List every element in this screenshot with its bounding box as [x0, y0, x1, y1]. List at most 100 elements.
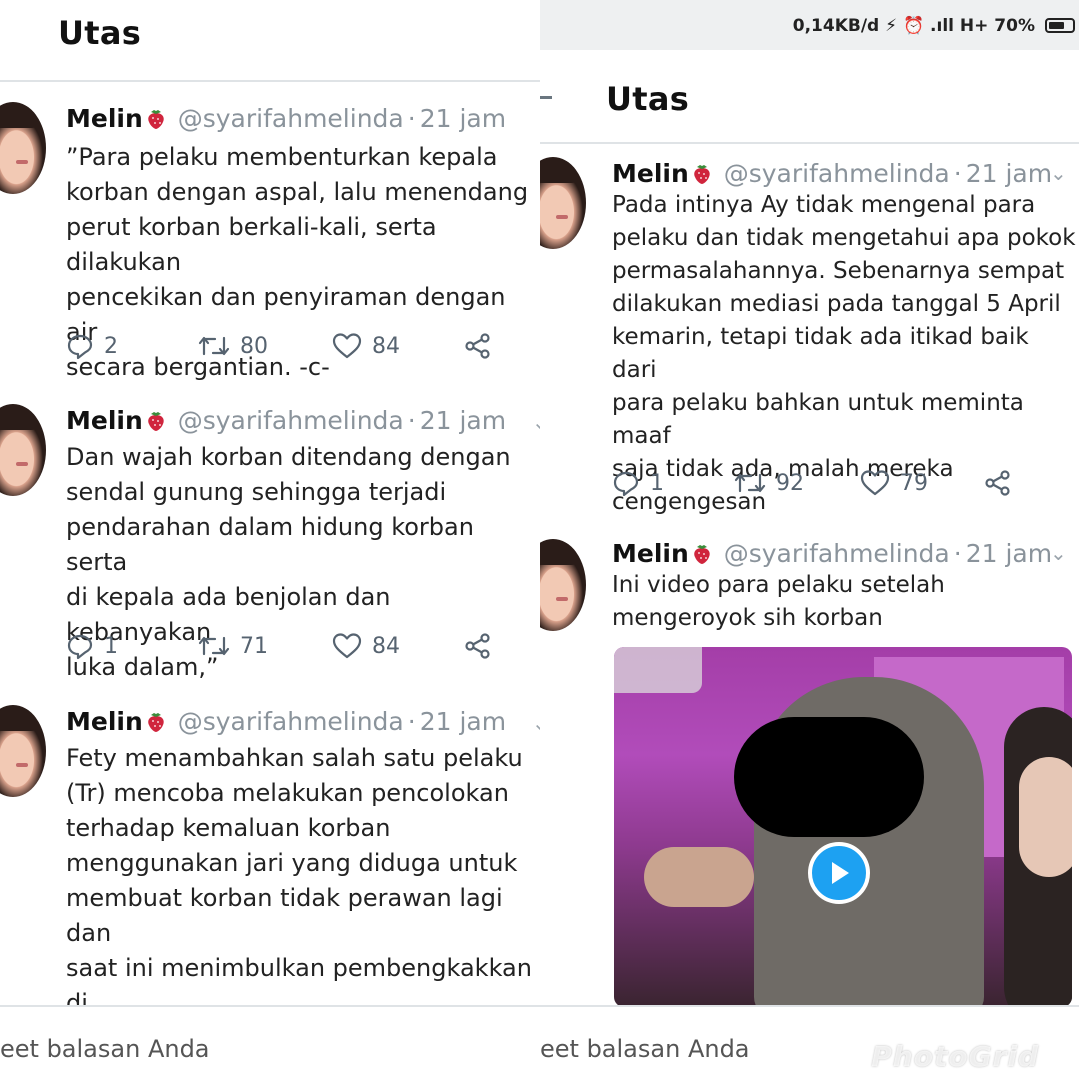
share-button[interactable]	[464, 632, 492, 660]
separator-dot: ·	[407, 104, 416, 133]
reply-count: 1	[104, 633, 118, 659]
page-title: Utas	[606, 80, 690, 118]
avatar[interactable]	[0, 404, 46, 496]
heart-icon	[332, 633, 362, 659]
timestamp[interactable]: 21 jam	[966, 539, 1052, 568]
tweet-header: Melin @syarifahmelinda · 21 jam	[66, 406, 506, 435]
battery-icon	[1045, 18, 1075, 33]
video-frame-face	[1019, 757, 1072, 877]
play-button[interactable]	[808, 842, 870, 904]
retweet-count: 80	[240, 333, 268, 359]
censor-blackout	[734, 717, 924, 837]
chevron-down-icon[interactable]: ⌄	[532, 711, 540, 735]
header-divider	[0, 80, 540, 82]
author-name[interactable]: Melin	[612, 539, 689, 568]
author-handle[interactable]: @syarifahmelinda	[178, 406, 404, 435]
tweet-header: Melin @syarifahmelinda · 21 jam	[612, 539, 1052, 568]
share-icon	[465, 633, 490, 659]
retweet-button[interactable]: 71	[198, 632, 268, 660]
chevron-down-icon[interactable]: ⌄	[1050, 161, 1067, 185]
video-frame-hand	[644, 847, 754, 907]
reply-input-placeholder[interactable]: eet balasan Anda	[540, 1035, 750, 1063]
timestamp[interactable]: 21 jam	[966, 159, 1052, 188]
header-divider	[540, 142, 1079, 144]
share-icon	[985, 470, 1010, 496]
author-handle[interactable]: @syarifahmelinda	[724, 159, 950, 188]
like-button[interactable]: 79	[860, 469, 928, 497]
reply-icon	[67, 334, 93, 360]
separator-dot: ·	[407, 707, 416, 736]
strawberry-icon	[148, 412, 164, 431]
chevron-down-icon[interactable]: ⌄	[1050, 541, 1067, 565]
avatar[interactable]	[540, 157, 586, 249]
timestamp[interactable]: 21 jam	[420, 104, 506, 133]
author-handle[interactable]: @syarifahmelinda	[178, 104, 404, 133]
avatar[interactable]	[0, 102, 46, 194]
retweet-icon	[734, 473, 766, 493]
avatar[interactable]	[540, 539, 586, 631]
battery-level	[1049, 22, 1064, 29]
like-count: 84	[372, 333, 400, 359]
tweet-card[interactable]: Melin @syarifahmelinda·21 jam ⌄ Dan waja…	[0, 402, 540, 682]
tweet-card[interactable]: Melin @syarifahmelinda·21 jam ⌄ Fety men…	[0, 703, 540, 1052]
heart-icon	[332, 333, 362, 359]
retweet-button[interactable]: 92	[734, 469, 804, 497]
author-name[interactable]: Melin	[66, 406, 143, 435]
video-player[interactable]	[614, 647, 1072, 1007]
author-name[interactable]: Melin	[66, 104, 143, 133]
retweet-icon	[198, 336, 230, 356]
heart-icon	[860, 470, 890, 496]
page-title: Utas	[58, 14, 142, 52]
timestamp[interactable]: 21 jam	[420, 406, 506, 435]
reply-composer[interactable]: eet balasan Anda	[0, 1005, 540, 1079]
retweet-count: 71	[240, 633, 268, 659]
like-count: 84	[372, 633, 400, 659]
like-button[interactable]: 84	[332, 632, 400, 660]
play-icon	[832, 862, 849, 884]
author-handle[interactable]: @syarifahmelinda	[724, 539, 950, 568]
tweet-header: Melin @syarifahmelinda · 21 jam	[66, 104, 506, 133]
strawberry-icon	[148, 110, 164, 129]
reply-button[interactable]: 1	[612, 469, 664, 497]
video-overlay-badge	[614, 647, 702, 693]
tweet-actions: 1 71 84	[66, 632, 536, 662]
strawberry-icon	[148, 713, 164, 732]
tweet-card[interactable]: Melin @syarifahmelinda · 21 jam ⌄ Pada int…	[540, 155, 1079, 515]
reply-icon	[67, 634, 93, 660]
reply-composer[interactable]: eet balasan Anda PhotoGrid	[540, 1005, 1079, 1079]
tweet-actions: 1 92 79	[612, 469, 1072, 499]
like-count: 79	[900, 470, 928, 496]
reply-input-placeholder[interactable]: eet balasan Anda	[0, 1035, 210, 1063]
tweet-card[interactable]: Melin @syarifahmelinda · 21 jam ”Para pela…	[0, 100, 540, 381]
retweet-icon	[198, 636, 230, 656]
left-thread-screenshot: Utas Melin @syarifahmelinda · 21 jam ”Para…	[0, 0, 540, 1079]
retweet-button[interactable]: 80	[198, 332, 268, 360]
chevron-down-icon[interactable]: ⌄	[532, 410, 540, 434]
author-name[interactable]: Melin	[612, 159, 689, 188]
photogrid-watermark: PhotoGrid	[871, 1040, 1039, 1073]
strawberry-icon	[694, 545, 710, 564]
author-name[interactable]: Melin	[66, 707, 143, 736]
share-button[interactable]	[464, 332, 492, 360]
separator-dot: ·	[953, 159, 962, 188]
reply-button[interactable]: 1	[66, 632, 118, 660]
tweet-header: Melin @syarifahmelinda · 21 jam	[612, 159, 1052, 188]
reply-count: 2	[104, 333, 118, 359]
tweet-header: Melin @syarifahmelinda · 21 jam	[66, 707, 506, 736]
reply-button[interactable]: 2	[66, 332, 118, 360]
share-icon	[465, 333, 490, 359]
author-handle[interactable]: @syarifahmelinda	[178, 707, 404, 736]
separator-dot: ·	[953, 539, 962, 568]
status-bar: 0,14KB/d ⚡ ⏰ .ıll H+ 70%	[540, 0, 1079, 50]
share-button[interactable]	[984, 469, 1012, 497]
tweet-actions: 2 80 84	[66, 332, 536, 362]
back-arrow-icon[interactable]	[540, 96, 552, 99]
reply-count: 1	[650, 470, 664, 496]
like-button[interactable]: 84	[332, 332, 400, 360]
tweet-text: Ini video para pelaku setelah mengeroyok…	[612, 572, 945, 631]
avatar[interactable]	[0, 705, 46, 797]
timestamp[interactable]: 21 jam	[420, 707, 506, 736]
right-thread-screenshot: 0,14KB/d ⚡ ⏰ .ıll H+ 70% Utas Melin @sya…	[540, 0, 1079, 1079]
separator-dot: ·	[407, 406, 416, 435]
status-indicators: 0,14KB/d ⚡ ⏰ .ıll H+ 70%	[792, 16, 1035, 36]
